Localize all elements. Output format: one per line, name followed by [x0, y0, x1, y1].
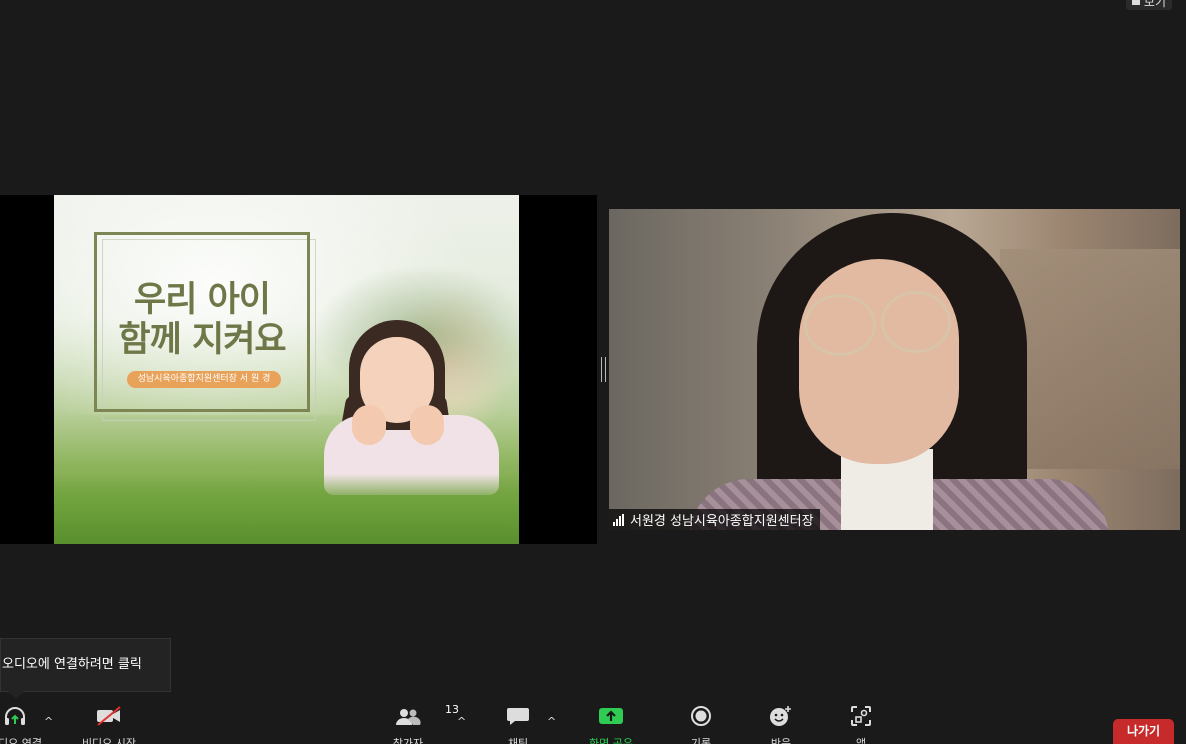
reactions-label: 반응 [770, 737, 792, 744]
reactions-icon [769, 703, 793, 729]
apps-icon [851, 703, 871, 729]
video-off-icon [95, 703, 123, 729]
view-icon [1131, 0, 1140, 5]
glasses-left [804, 294, 876, 356]
view-button[interactable]: 보기 [1125, 0, 1172, 10]
reactions-button[interactable]: 반응 [746, 703, 816, 744]
speaker-video[interactable] [609, 209, 1180, 530]
start-video-label: 비디오 시작 [81, 737, 137, 744]
record-label: 기록 [690, 737, 712, 744]
tooltip-arrow [8, 691, 24, 699]
record-icon [690, 703, 712, 729]
glasses-right [881, 291, 951, 353]
slide-title-line2: 함께 지켜요 [118, 320, 286, 360]
participants-button[interactable]: 13 참가자 [373, 703, 459, 744]
apps-button[interactable]: 앱 [826, 703, 896, 744]
speaker-name-tag: 서원경 성남시육아종합지원센터장 [609, 509, 820, 530]
participants-label: 참가자 [392, 737, 424, 744]
audio-tooltip-text: 오디오에 연결하려면 클릭 [2, 657, 142, 672]
apps-label: 앱 [855, 737, 867, 744]
leave-button[interactable]: 나가기 [1113, 719, 1174, 744]
share-screen-label: 화면 공유 [589, 737, 633, 744]
audio-options-chevron-icon[interactable]: ^ [44, 715, 53, 728]
speaker-name: 서원경 성남시육아종합지원센터장 [630, 514, 814, 529]
participants-icon: 13 [395, 703, 459, 729]
grass-field [54, 474, 519, 544]
presentation-slide: 우리 아이 함께 지켜요 성남시육아종합지원센터장 서 원 경 [54, 195, 519, 544]
slide-title-line1: 우리 아이 [134, 280, 271, 320]
headphones-icon [3, 703, 27, 729]
speaker-face [799, 259, 959, 464]
chat-icon [506, 703, 530, 729]
slide-title: 우리 아이 함께 지켜요 [94, 280, 310, 360]
view-label: 보기 [1143, 0, 1166, 9]
join-audio-label: 오디오 연결 [0, 737, 43, 744]
chat-label: 채팅 [507, 737, 529, 744]
record-button[interactable]: 기록 [666, 703, 736, 744]
signal-strength-icon [613, 513, 624, 526]
share-screen-button[interactable]: 화면 공유 [576, 703, 646, 744]
audio-tooltip[interactable]: 오디오에 연결하려면 클릭 [0, 638, 171, 692]
join-audio-button[interactable]: 오디오 연결 [0, 703, 50, 744]
share-screen-icon [598, 703, 624, 729]
shared-screen[interactable]: 우리 아이 함께 지켜요 성남시육아종합지원센터장 서 원 경 [0, 195, 597, 544]
meeting-toolbar: 오디오 연결 ^ 비디오 시작 13 참가자 ^ 채팅 ^ [0, 703, 1186, 744]
splitter-handle[interactable] [601, 357, 606, 382]
slide-subtitle: 성남시육아종합지원센터장 서 원 경 [127, 371, 281, 388]
start-video-button[interactable]: 비디오 시작 [74, 703, 144, 744]
chat-options-chevron-icon[interactable]: ^ [547, 715, 556, 728]
meeting-window: 보기 우리 아이 함께 지켜요 성남시육아종합지원센터장 서 원 경 서원경 성… [0, 0, 1186, 744]
participants-options-chevron-icon[interactable]: ^ [457, 715, 466, 728]
chat-button[interactable]: 채팅 [483, 703, 553, 744]
